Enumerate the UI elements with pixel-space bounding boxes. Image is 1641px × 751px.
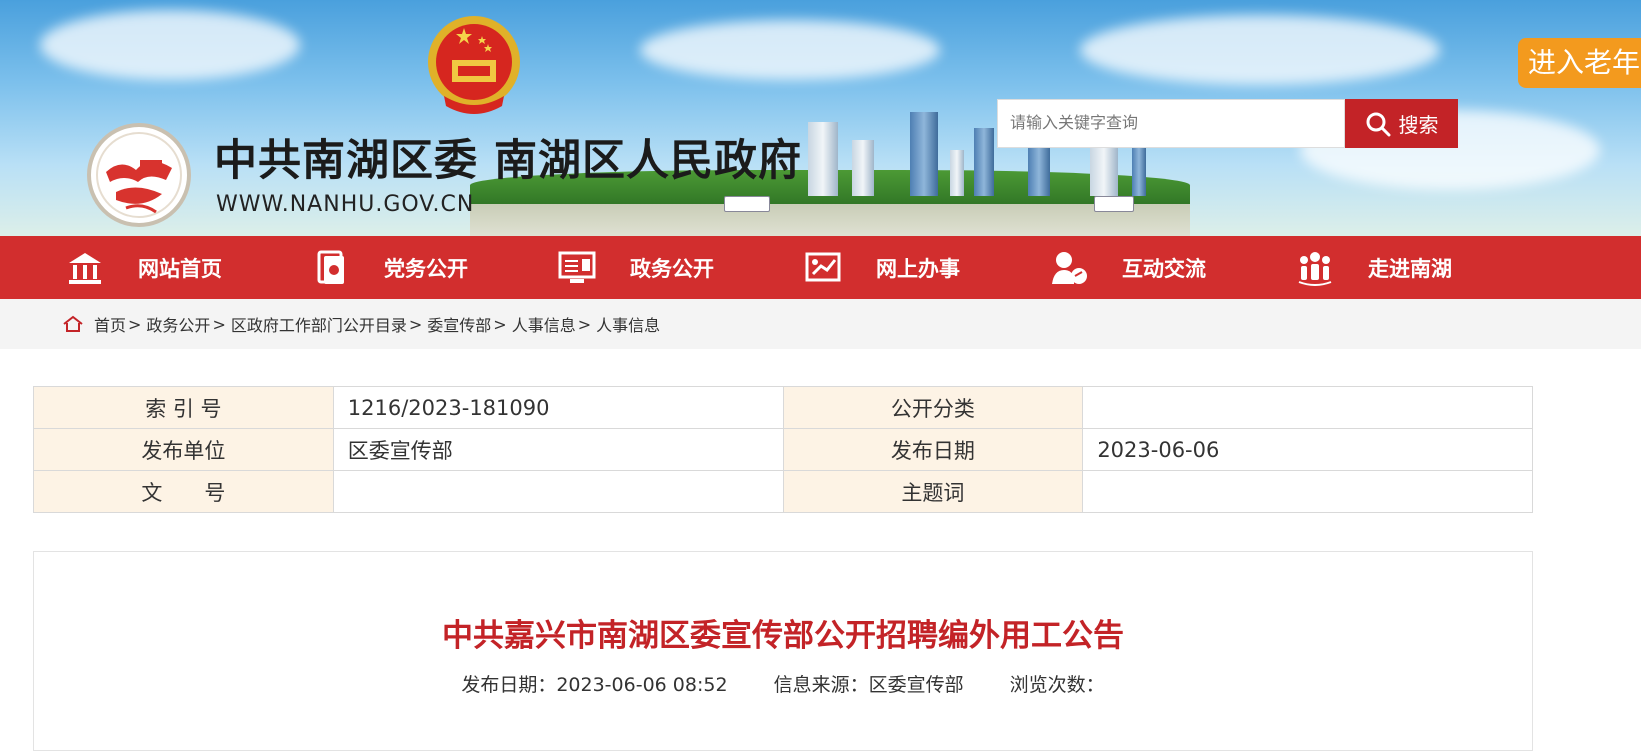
site-title: 中共南湖区委 南湖区人民政府 <box>214 136 802 186</box>
search-button[interactable]: 搜索 <box>1345 99 1458 148</box>
user-chat-icon <box>1050 249 1088 287</box>
view-count: 浏览次数： <box>1009 674 1105 696</box>
article-panel: 中共嘉兴市南湖区委宣传部公开招聘编外用工公告 发布日期：2023-06-06 0… <box>33 551 1533 751</box>
table-row: 发布单位 区委宣传部 发布日期 2023-06-06 <box>33 428 1533 471</box>
cloud <box>640 20 940 80</box>
search-icon <box>1366 112 1390 136</box>
meta-key: 文 号 <box>33 470 334 513</box>
people-group-icon <box>1296 249 1334 287</box>
national-emblem-icon <box>428 16 520 114</box>
publish-date: 发布日期：2023-06-06 08:52 <box>461 674 728 696</box>
table-row: 文 号 主题词 <box>33 470 1533 513</box>
meta-key: 索 引 号 <box>33 386 334 429</box>
nanhu-logo <box>87 123 191 227</box>
elder-mode-button[interactable]: 进入老年 <box>1518 38 1641 88</box>
breadcrumb-link[interactable]: 委宣传部 <box>427 312 491 336</box>
nav-label: 政务公开 <box>630 256 714 281</box>
home-icon <box>63 315 83 332</box>
nav-item-home[interactable]: 网站首页 <box>66 236 222 299</box>
search-input[interactable] <box>997 99 1345 148</box>
site-header: 中共南湖区委 南湖区人民政府 WWW.NANHU.GOV.CN 搜索 进入老年 <box>0 0 1641 236</box>
cloud <box>40 10 300 80</box>
info-source: 信息来源：区委宣传部 <box>773 674 964 696</box>
meta-key: 主题词 <box>782 470 1084 513</box>
breadcrumb-bar: 首页 > 政务公开 > 区政府工作部门公开目录 > 委宣传部 > 人事信息 > 人事信息 <box>0 299 1641 349</box>
meta-key: 发布单位 <box>33 428 334 471</box>
nav-item-interaction[interactable]: 互动交流 <box>1050 236 1206 299</box>
main-nav: 网站首页 党务公开 政务公开 网上办事 互动交流 走进南湖 <box>0 236 1641 299</box>
nav-item-gov-affairs[interactable]: 政务公开 <box>558 236 714 299</box>
meta-key: 发布日期 <box>782 428 1084 471</box>
nav-item-party-affairs[interactable]: 党务公开 <box>312 236 468 299</box>
site-url: WWW.NANHU.GOV.CN <box>216 192 475 217</box>
table-row: 索 引 号 1216/2023-181090 公开分类 <box>33 386 1533 429</box>
meta-value <box>1082 470 1533 513</box>
cloud <box>1080 15 1440 85</box>
breadcrumb-link[interactable]: 人事信息 <box>512 312 576 336</box>
article-info: 发布日期：2023-06-06 08:52 信息来源：区委宣传部 浏览次数： <box>34 670 1532 697</box>
monitor-icon <box>558 249 596 287</box>
temple-icon <box>66 249 104 287</box>
nav-label: 网上办事 <box>876 256 960 281</box>
nav-item-online-services[interactable]: 网上办事 <box>804 236 960 299</box>
nav-label: 网站首页 <box>138 256 222 281</box>
meta-value: 1216/2023-181090 <box>332 386 784 429</box>
document-meta-table: 索 引 号 1216/2023-181090 公开分类 发布单位 区委宣传部 发… <box>33 386 1533 513</box>
nav-label: 互动交流 <box>1122 256 1206 281</box>
meta-key: 公开分类 <box>782 386 1084 429</box>
presentation-icon <box>804 249 842 287</box>
breadcrumb-link[interactable]: 区政府工作部门公开目录 <box>231 312 407 336</box>
breadcrumb-link[interactable]: 首页 <box>94 312 126 336</box>
meta-value: 2023-06-06 <box>1082 428 1533 471</box>
nav-label: 党务公开 <box>384 256 468 281</box>
breadcrumb-current[interactable]: 人事信息 <box>596 312 660 336</box>
breadcrumb-link[interactable]: 政务公开 <box>146 312 210 336</box>
meta-value <box>1082 386 1533 429</box>
breadcrumb: 首页 > 政务公开 > 区政府工作部门公开目录 > 委宣传部 > 人事信息 > 人事信息 <box>62 299 660 349</box>
party-emblem-icon <box>312 249 350 287</box>
search-button-label: 搜索 <box>1398 113 1439 137</box>
nav-label: 走进南湖 <box>1368 256 1452 281</box>
boat <box>1094 196 1134 212</box>
meta-value: 区委宣传部 <box>332 428 784 471</box>
article-title: 中共嘉兴市南湖区委宣传部公开招聘编外用工公告 <box>442 618 1124 654</box>
meta-value <box>332 470 784 513</box>
nav-item-about-nanhu[interactable]: 走进南湖 <box>1296 236 1452 299</box>
boat <box>724 196 770 212</box>
